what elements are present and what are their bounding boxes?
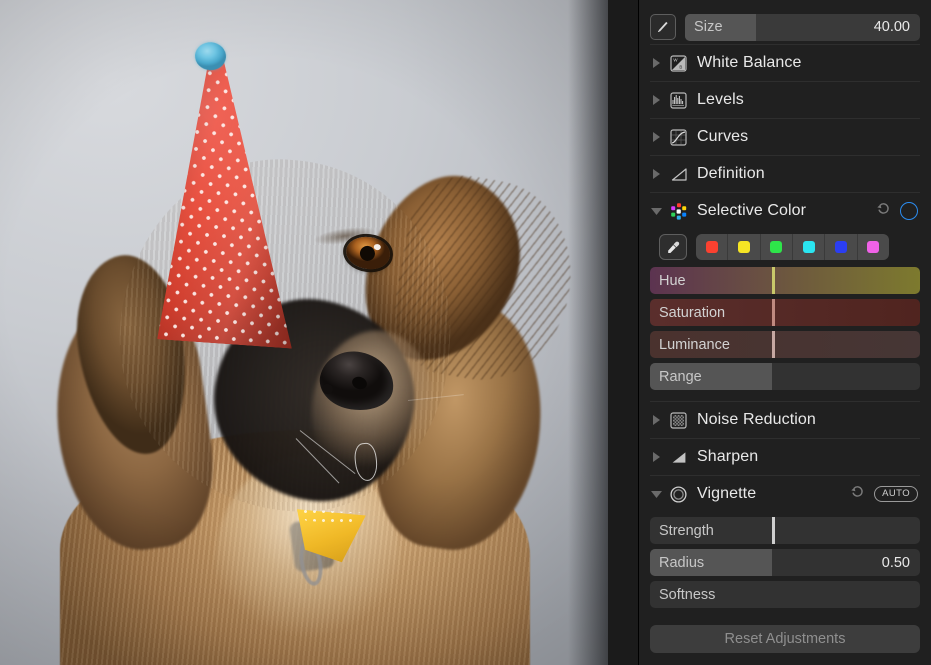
- slider-label: Saturation: [659, 304, 726, 321]
- slider-value: 0.50: [881, 554, 910, 571]
- curves-icon: [669, 128, 688, 147]
- brush-size-slider[interactable]: Size 40.00: [685, 13, 920, 41]
- sidebar-item-vignette[interactable]: Vignette AUTO: [650, 475, 920, 512]
- chevron-right-icon[interactable]: [650, 95, 662, 105]
- chevron-down-icon[interactable]: [650, 490, 662, 498]
- luminance-slider[interactable]: Luminance: [650, 331, 920, 358]
- section-label: Curves: [697, 128, 749, 145]
- saturation-slider[interactable]: Saturation: [650, 299, 920, 326]
- magenta-swatch-chip: [867, 241, 880, 253]
- definition-icon: [669, 165, 688, 184]
- section-label: White Balance: [697, 54, 802, 71]
- section-label: Levels: [697, 91, 744, 108]
- section-label: Vignette: [697, 485, 757, 502]
- section-label: Selective Color: [697, 202, 807, 219]
- sidebar-item-curves[interactable]: Curves: [650, 118, 920, 155]
- brush-size-value: 40.00: [873, 19, 910, 35]
- slider-label: Strength: [659, 522, 714, 539]
- selective-color-tools: [659, 234, 920, 260]
- slider-label: Softness: [659, 586, 716, 603]
- section-label: Sharpen: [697, 448, 759, 465]
- reset-arrow-icon[interactable]: [876, 202, 891, 221]
- photo-edge-shadow: [568, 0, 608, 665]
- selective-color-icon: [669, 202, 688, 221]
- party-hat-shading: [157, 54, 312, 349]
- selective-color-enable-toggle[interactable]: [900, 202, 918, 220]
- svg-text:B: B: [679, 64, 682, 69]
- sidebar-item-levels[interactable]: Levels: [650, 81, 920, 118]
- vignette-strength-slider[interactable]: Strength: [650, 517, 920, 544]
- slider-label: Luminance: [659, 336, 730, 353]
- yellow-swatch-chip: [737, 241, 750, 253]
- brush-size-label: Size: [694, 19, 723, 35]
- chevron-down-icon[interactable]: [650, 207, 662, 215]
- eyedropper-icon[interactable]: [659, 234, 687, 260]
- green-swatch-chip: [770, 241, 783, 253]
- chevron-right-icon[interactable]: [650, 132, 662, 142]
- vignette-auto-button[interactable]: AUTO: [874, 486, 918, 502]
- sidebar-item-white-balance[interactable]: W B White Balance: [650, 44, 920, 81]
- adjustments-inspector-panel: Size 40.00 W B White Balance Levels Curv…: [638, 0, 931, 665]
- chevron-right-icon[interactable]: [650, 452, 662, 462]
- swatch-cyan[interactable]: [793, 234, 826, 260]
- brush-size-row: Size 40.00: [650, 10, 920, 44]
- party-hat: [157, 40, 313, 349]
- slider-label: Range: [659, 368, 702, 385]
- image-viewer[interactable]: [0, 0, 638, 665]
- sidebar-item-selective-color[interactable]: Selective Color: [650, 192, 920, 229]
- section-label: Noise Reduction: [697, 411, 816, 428]
- reset-arrow-icon[interactable]: [850, 485, 865, 504]
- chevron-right-icon[interactable]: [650, 58, 662, 68]
- white-balance-icon: W B: [669, 54, 688, 73]
- noise-reduction-icon: [669, 411, 688, 430]
- slider-label: Radius: [659, 554, 705, 571]
- sidebar-item-sharpen[interactable]: Sharpen: [650, 438, 920, 475]
- swatch-red[interactable]: [696, 234, 729, 260]
- svg-text:W: W: [673, 57, 678, 62]
- photo-canvas[interactable]: [0, 0, 608, 665]
- swatch-yellow[interactable]: [728, 234, 761, 260]
- vignette-radius-slider[interactable]: Radius 0.50: [650, 549, 920, 576]
- sharpen-icon: [669, 448, 688, 467]
- section-label: Definition: [697, 165, 765, 182]
- cyan-swatch-chip: [802, 241, 815, 253]
- sidebar-item-noise-reduction[interactable]: Noise Reduction: [650, 401, 920, 438]
- reset-adjustments-button[interactable]: Reset Adjustments: [650, 625, 920, 653]
- levels-icon: [669, 91, 688, 110]
- dog-bandana: [243, 503, 373, 613]
- chevron-right-icon[interactable]: [650, 415, 662, 425]
- color-swatch-group[interactable]: [696, 234, 889, 260]
- swatch-green[interactable]: [761, 234, 793, 260]
- selective-color-body: Hue Saturation Luminance Range: [650, 229, 920, 401]
- swatch-blue[interactable]: [825, 234, 858, 260]
- brush-icon[interactable]: [650, 14, 676, 40]
- blue-swatch-chip: [834, 241, 847, 253]
- chevron-right-icon[interactable]: [650, 169, 662, 179]
- slider-label: Hue: [659, 272, 686, 289]
- vignette-icon: [669, 485, 688, 504]
- vignette-softness-slider[interactable]: Softness: [650, 581, 920, 608]
- red-swatch-chip: [705, 241, 718, 253]
- hue-slider[interactable]: Hue: [650, 267, 920, 294]
- range-slider[interactable]: Range: [650, 363, 920, 390]
- vignette-body: Strength Radius 0.50 Softness: [650, 512, 920, 615]
- swatch-magenta[interactable]: [858, 234, 889, 260]
- sidebar-item-definition[interactable]: Definition: [650, 155, 920, 192]
